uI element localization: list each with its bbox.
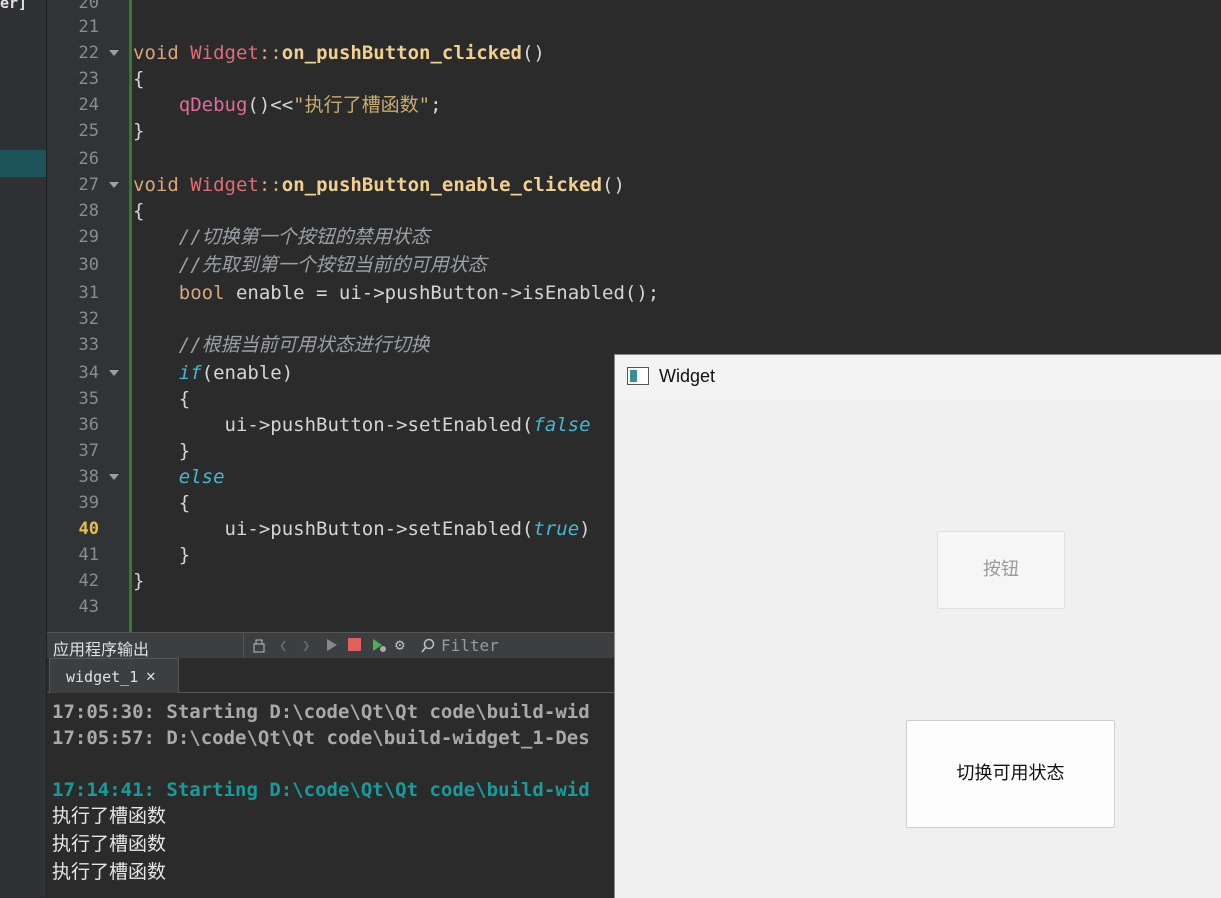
fold-arrow-icon[interactable] (109, 370, 119, 376)
next-icon[interactable]: ❯ (302, 638, 310, 654)
line-number: 24 (78, 95, 99, 115)
code-line: 21 (47, 14, 1221, 40)
log-line: 执行了槽函数 (52, 833, 167, 855)
fold-arrow-icon[interactable] (109, 474, 119, 480)
run-icon[interactable] (326, 638, 338, 652)
output-pane-title: 应用程序输出 (53, 640, 150, 659)
code-line: 22 void Widget::on_pushButton_clicked() (47, 40, 1221, 66)
log-line: 执行了槽函数 (52, 805, 167, 827)
line-number: 34 (78, 363, 99, 383)
line-number: 30 (78, 255, 99, 275)
line-number: 36 (78, 415, 99, 435)
code-line: 28 { (47, 198, 1221, 224)
project-sidebar: er] (0, 0, 47, 897)
widget-window[interactable]: Widget 按钮 切换可用状态 (614, 354, 1221, 898)
log-line: 执行了槽函数 (52, 861, 167, 883)
line-number: 38 (78, 467, 99, 487)
line-number: 25 (78, 121, 99, 141)
sidebar-text-fragment: er] (0, 0, 28, 12)
line-number: 21 (78, 17, 99, 37)
line-number: 28 (78, 201, 99, 221)
previous-icon[interactable]: ❮ (279, 638, 287, 654)
tab-widget-1[interactable]: widget_1 ✕ (49, 658, 179, 693)
code-line: 32 (47, 306, 1221, 332)
debug-run-icon[interactable] (372, 638, 386, 653)
line-number: 35 (78, 389, 99, 409)
gear-icon[interactable]: ⚙ (395, 635, 405, 654)
fold-arrow-icon[interactable] (109, 50, 119, 56)
code-line: 27 void Widget::on_pushButton_enable_cli… (47, 172, 1221, 198)
log-line: 17:14:41: Starting D:\code\Qt\Qt code\bu… (52, 779, 590, 801)
sidebar-selected-item[interactable] (0, 150, 46, 177)
line-number: 26 (78, 149, 99, 169)
code-line: 31 bool enable = ui->pushButton->isEnabl… (47, 280, 1221, 306)
code-line: 29 //切换第一个按钮的禁用状态 (47, 224, 1221, 250)
code-line: 23 { (47, 66, 1221, 92)
close-icon[interactable]: ✕ (146, 666, 156, 685)
log-line: 17:05:30: Starting D:\code\Qt\Qt code\bu… (52, 701, 590, 723)
toggle-enabled-button[interactable]: 切换可用状态 (906, 720, 1115, 828)
search-icon (421, 638, 435, 653)
line-number: 31 (78, 283, 99, 303)
line-number: 42 (78, 571, 99, 591)
log-line: 17:05:57: D:\code\Qt\Qt code\build-widge… (52, 727, 590, 749)
toolbar-separator (243, 633, 244, 659)
code-line: 24 qDebug()<<"执行了槽函数"; (47, 92, 1221, 118)
code-line: 30 //先取到第一个按钮当前的可用状态 (47, 252, 1221, 278)
line-number: 41 (78, 545, 99, 565)
code-line: 26 (47, 146, 1221, 172)
line-number: 33 (78, 335, 99, 355)
attach-icon[interactable] (253, 638, 267, 654)
line-number: 32 (78, 309, 99, 329)
stop-icon[interactable] (348, 638, 361, 651)
line-number: 43 (78, 597, 99, 617)
line-number: 29 (78, 227, 99, 247)
current-line-number: 40 (78, 519, 99, 539)
push-button-disabled[interactable]: 按钮 (937, 531, 1065, 609)
line-number: 37 (78, 441, 99, 461)
tab-label: widget_1 (66, 668, 139, 686)
app-window-icon (627, 367, 649, 385)
line-number: 23 (78, 69, 99, 89)
window-title: Widget (659, 366, 716, 386)
fold-arrow-icon[interactable] (109, 182, 119, 188)
filter-input[interactable]: Filter (441, 636, 499, 655)
line-number: 27 (78, 175, 99, 195)
line-number: 39 (78, 493, 99, 513)
window-titlebar[interactable]: Widget (615, 355, 1221, 399)
code-line: 25 } (47, 118, 1221, 144)
line-number: 22 (78, 43, 99, 63)
